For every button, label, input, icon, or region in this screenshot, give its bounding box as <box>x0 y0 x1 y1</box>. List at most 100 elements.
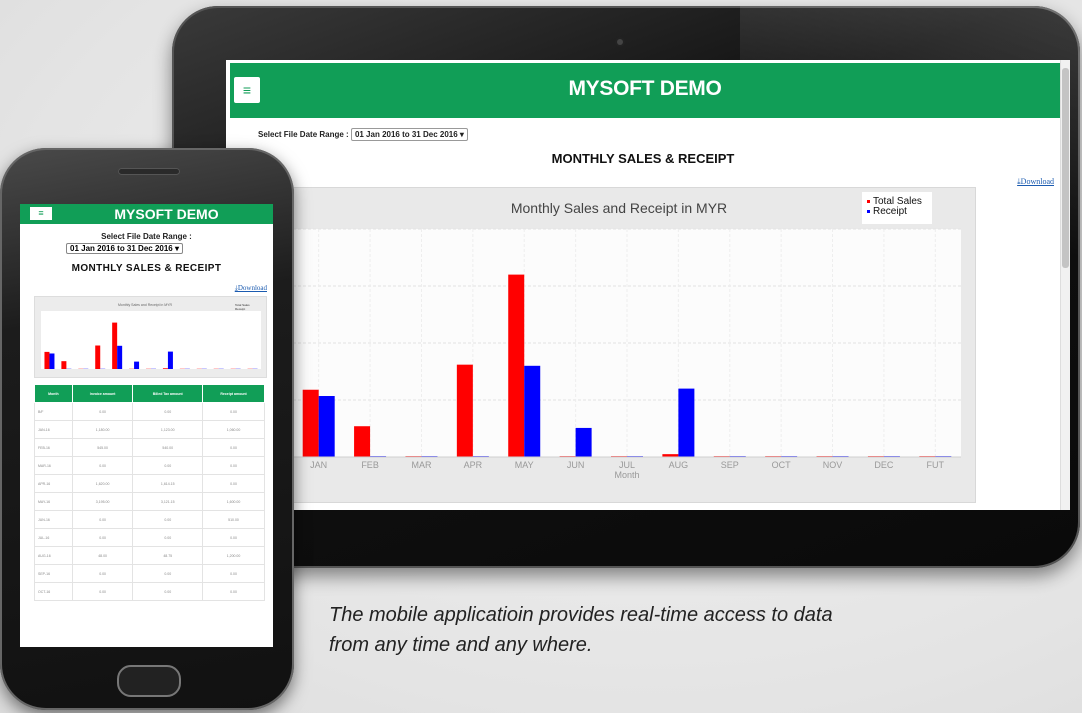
table-cell: 48.00 <box>71 546 134 565</box>
table-row[interactable]: OCT-16 0.00 0.00 0.00 <box>34 582 265 601</box>
phone-bar <box>167 351 173 369</box>
bar-total-sales-feb[interactable] <box>354 426 371 457</box>
table-row[interactable]: JUL-16 0.00 0.00 0.00 <box>34 528 265 547</box>
table-cell: 0.00 <box>132 510 204 529</box>
phone-bar <box>112 322 118 369</box>
table-cell: 1,200.00 <box>202 546 265 565</box>
camera-icon <box>617 39 623 45</box>
table-cell: 540.00 <box>132 438 204 457</box>
table-cell: 1,614.15 <box>132 474 204 493</box>
table-cell: 48.75 <box>132 546 204 565</box>
table-cell: 1,060.00 <box>202 420 265 439</box>
phone-bar <box>134 361 140 369</box>
phone-bar <box>44 351 50 369</box>
table-cell: 510.00 <box>202 510 265 529</box>
table-cell: MAY-16 <box>34 492 73 511</box>
x-axis-label: Month <box>614 470 639 480</box>
table-cell: 0.00 <box>71 402 134 421</box>
table-row[interactable]: B/F 0.00 0.00 0.00 <box>34 402 265 421</box>
legend-swatch <box>867 200 870 203</box>
table-row[interactable]: JUN-16 0.00 0.00 510.00 <box>34 510 265 529</box>
table-cell: 0.00 <box>132 582 204 601</box>
bar-receipt-jun[interactable] <box>575 427 592 457</box>
phone-app-header: ≡ MYSOFT DEMO <box>20 204 273 224</box>
table-cell: 3,195.00 <box>71 492 134 511</box>
table-cell: 0.00 <box>132 456 204 475</box>
app-title: MYSOFT DEMO <box>568 77 722 100</box>
x-tick-label: JUN <box>567 460 585 470</box>
scrollbar-thumb[interactable] <box>1062 68 1069 268</box>
table-cell: APR-16 <box>34 474 73 493</box>
table-cell: 0.00 <box>71 510 134 529</box>
download-link[interactable]: ⤓Download <box>1017 177 1054 187</box>
phone-report-title: MONTHLY SALES & RECEIPT <box>71 263 222 274</box>
caption-line-1: The mobile applicatioin provides real-ti… <box>329 604 833 626</box>
table-row[interactable]: SEP-16 0.00 0.00 0.00 <box>34 564 265 583</box>
table-cell: 0.00 <box>132 528 204 547</box>
bar-receipt-aug[interactable] <box>678 388 695 457</box>
chart-title: Monthly Sales and Receipt in MYR <box>511 200 727 216</box>
date-range-row: Select File Date Range : 01 Jan 2016 to … <box>258 128 468 141</box>
chart-svg: 01000200030004000JANFEBMARAPRMAYJUNJULAU… <box>289 192 961 480</box>
phone-bar <box>95 345 101 369</box>
caption: The mobile applicatioin provides real-ti… <box>329 600 1082 660</box>
table-cell: 0.00 <box>71 564 134 583</box>
x-tick-label: NOV <box>823 460 843 470</box>
table-cell: 0.00 <box>71 582 134 601</box>
chart-legend: Total SalesReceipt <box>862 192 932 224</box>
x-tick-label: JUL <box>619 460 635 470</box>
table-header-cell: Month <box>34 384 73 403</box>
phone-date-range-label: Select File Date Range : <box>101 232 192 241</box>
table-cell: 0.00 <box>132 402 204 421</box>
table-header-row: Month Invoice amount Billed Tax amount Rece… <box>34 384 265 403</box>
table-cell: 1,180.00 <box>71 420 134 439</box>
sales-receipt-chart: 01000200030004000JANFEBMARAPRMAYJUNJULAU… <box>288 187 976 503</box>
bar-total-sales-apr[interactable] <box>456 364 473 457</box>
table-cell: 1,620.00 <box>71 474 134 493</box>
table-row[interactable]: AUG-16 48.00 48.75 1,200.00 <box>34 546 265 565</box>
phone-date-range-select[interactable]: 01 Jan 2016 to 31 Dec 2016 ▾ <box>66 243 183 254</box>
phone-chart-svg: Monthly Sales and Receipt in MYR Total Sa… <box>41 303 261 369</box>
table-cell: 0.00 <box>202 402 265 421</box>
phone-screen: ≡ MYSOFT DEMO Select File Date Range : 0… <box>20 204 273 647</box>
date-range-select[interactable]: 01 Jan 2016 to 31 Dec 2016 ▾ <box>350 128 468 141</box>
table-cell: 0.00 <box>202 456 265 475</box>
table-cell: 0.00 <box>132 564 204 583</box>
bar-receipt-may[interactable] <box>524 365 541 457</box>
table-cell: JAN-16 <box>34 420 73 439</box>
date-range-label: Select File Date Range : <box>258 130 349 139</box>
x-tick-label: OCT <box>772 460 792 470</box>
table-row[interactable]: APR-16 1,620.00 1,614.15 0.00 <box>34 474 265 493</box>
tablet-device: ≡ MYSOFT DEMO Select File Date Range : 0… <box>172 6 1080 568</box>
x-tick-label: DEC <box>874 460 894 470</box>
table-cell: 0.00 <box>71 528 134 547</box>
table-cell: 0.00 <box>202 564 265 583</box>
phone-chart: Monthly Sales and Receipt in MYR Total Sa… <box>34 296 267 378</box>
phone-chart-title: Monthly Sales and Receipt in MYR <box>118 303 173 307</box>
table-row[interactable]: JAN-16 1,180.00 1,123.00 1,060.00 <box>34 420 265 439</box>
table-cell: AUG-16 <box>34 546 73 565</box>
x-tick-label: APR <box>464 460 483 470</box>
phone-bar <box>117 345 123 369</box>
phone-device: ≡ MYSOFT DEMO Select File Date Range : 0… <box>0 148 294 710</box>
table-row[interactable]: MAR-16 0.00 0.00 0.00 <box>34 456 265 475</box>
legend-label: Receipt <box>873 206 907 217</box>
phone-download-link[interactable]: ⤓Download <box>235 284 267 293</box>
scrollbar[interactable] <box>1060 60 1070 510</box>
home-button[interactable] <box>117 665 181 697</box>
phone-bar <box>49 353 55 369</box>
phone-app-title: MYSOFT DEMO <box>114 206 219 222</box>
x-tick-label: SEP <box>721 460 739 470</box>
phone-legend-label: Receipt <box>235 307 245 311</box>
table-row[interactable]: FEB-16 545.00 540.00 0.00 <box>34 438 265 457</box>
bar-total-sales-jan[interactable] <box>302 389 319 457</box>
phone-menu-icon[interactable]: ≡ <box>30 207 52 220</box>
bar-total-sales-may[interactable] <box>508 274 525 457</box>
table-cell: JUN-16 <box>34 510 73 529</box>
table-cell: SEP-16 <box>34 564 73 583</box>
caption-line-2: from any time and any where. <box>329 634 593 656</box>
table-cell: 0.00 <box>202 582 265 601</box>
table-header-cell: Receipt amount <box>202 384 265 403</box>
table-row[interactable]: MAY-16 3,195.00 3,121.15 1,600.00 <box>34 492 265 511</box>
bar-receipt-jan[interactable] <box>318 396 335 457</box>
